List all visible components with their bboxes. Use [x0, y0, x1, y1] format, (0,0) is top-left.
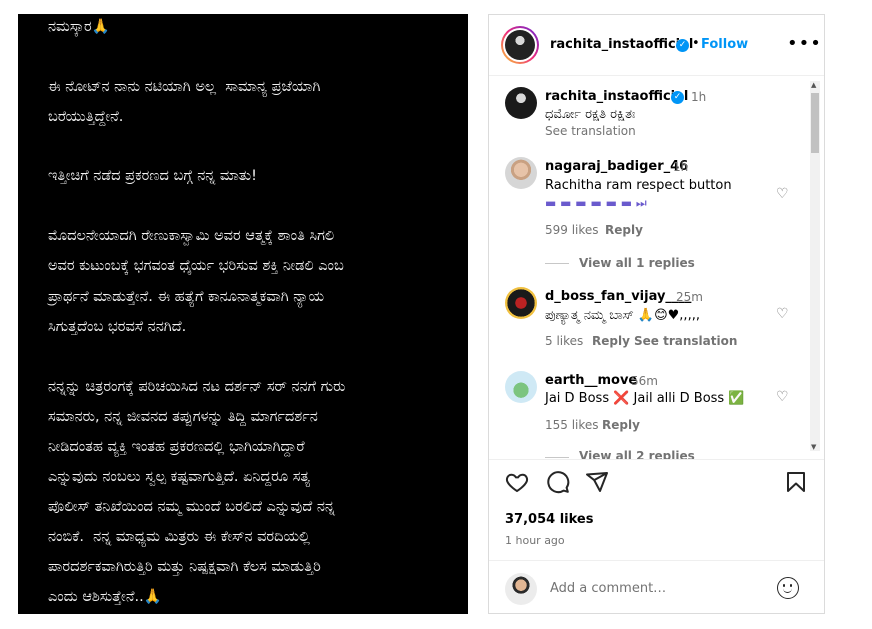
verified-badge-icon: ✓ — [671, 91, 684, 104]
author-username[interactable]: rachita_instaofficial — [550, 37, 693, 52]
header-separator: • — [692, 36, 700, 51]
comment-avatar[interactable] — [505, 157, 537, 189]
bookmark-icon[interactable] — [784, 470, 808, 494]
post-header: rachita_instaofficial ✓ • Follow ••• — [489, 15, 824, 76]
post-line: ಈ ನೋಟ್‌ನ ನಾನು ನಟಿಯಾಗಿ ಅಲ್ಲ ಸಾಮಾನ್ಯ ಪ್ರಜೆ… — [48, 79, 321, 95]
comment-username[interactable]: earth__move — [545, 373, 637, 388]
comment-likes[interactable]: 5 likes — [545, 334, 583, 348]
more-options-icon[interactable]: ••• — [787, 33, 822, 54]
caption-time[interactable]: 1h — [691, 90, 706, 104]
view-replies-link[interactable]: View all 1 replies — [579, 256, 695, 270]
replies-divider — [545, 263, 569, 264]
post-line: ಪೊಲೀಸ್ ತನಿಖೆಯಿಂದ ನಮ್ಮ ಮುಂದೆ ಬರಲಿದೆ ಎನ್ನು… — [48, 499, 335, 515]
comment-likes[interactable]: 599 likes — [545, 223, 599, 237]
comments-list: rachita_instaofficial ✓ 1h ಧರ್ಮೋ ರಕ್ಷತಿ … — [489, 77, 824, 459]
see-translation-link[interactable]: See translation — [545, 124, 636, 138]
instagram-post-window: ನಮಸ್ಕಾರ🙏 ಈ ನೋಟ್‌ನ ನಾನು ನಟಿಯಾಗಿ ಅಲ್ಲ ಸಾಮಾ… — [0, 0, 872, 629]
comment-icon[interactable] — [546, 470, 570, 494]
follow-button[interactable]: Follow — [701, 37, 748, 52]
comment-avatar[interactable] — [505, 371, 537, 403]
caption-text: ಧರ್ಮೋ ರಕ್ಷತಿ ರಕ್ಷಿತಃ — [545, 107, 636, 122]
post-line: ಪ್ರಾರ್ಥನೆ ಮಾಡುತ್ತೇನೆ. ಈ ಹತ್ಯೆಗೆ ಕಾನೂನಾತ್… — [48, 289, 325, 305]
add-comment-input[interactable]: Add a comment… — [550, 581, 666, 596]
emoji-icon[interactable] — [777, 577, 799, 599]
post-line: ಸಿಗುತ್ತದೆಂಬ ಭರವಸೆ ನನಗಿದೆ. — [48, 319, 187, 335]
comment-text: ▬ ▬ ▬ ▬ ▬ ▬ ⏭ — [545, 196, 647, 210]
post-line: ಎಂದು ಆಶಿಸುತ್ತೇನೆ..🙏 — [48, 589, 162, 605]
like-comment-icon[interactable]: ♡ — [776, 389, 789, 405]
post-line: ಸಮಾನರು, ನನ್ನ ಜೀವನದ ತಪ್ಪುಗಳನ್ನು ತಿದ್ದಿ ಮಾ… — [48, 409, 318, 425]
post-image[interactable]: ನಮಸ್ಕಾರ🙏 ಈ ನೋಟ್‌ನ ನಾನು ನಟಿಯಾಗಿ ಅಲ್ಲ ಸಾಮಾ… — [18, 14, 468, 614]
post-line: ಮೊದಲನೇಯಾದಗಿ ರೇಣುಕಾಸ್ವಾಮಿ ಅವರ ಆತ್ಮಕ್ಕೆ ಶಾ… — [48, 228, 335, 244]
comment-text: Jai D Boss ❌ Jail alli D Boss ✅ — [545, 391, 745, 406]
comment-time[interactable]: 56m — [631, 374, 658, 388]
comment-likes[interactable]: 155 likes — [545, 418, 599, 432]
verified-badge-icon: ✓ — [676, 39, 689, 52]
comments-scrollbar[interactable]: ▲ ▼ — [810, 81, 820, 451]
post-line: ಬರೆಯುತ್ತಿದ್ದೇನೆ. — [48, 109, 124, 125]
post-actions: 37,054 likes 1 hour ago Add a comment… — [489, 459, 824, 615]
heart-icon[interactable] — [505, 470, 529, 494]
viewer-avatar — [505, 573, 537, 605]
post-time[interactable]: 1 hour ago — [505, 534, 565, 547]
post-line: ಎನ್ನುವುದು ನಂಬಲು ಸ್ವಲ್ಪ ಕಷ್ಟವಾಗುತ್ತಿದೆ. ಏ… — [48, 469, 311, 485]
scroll-up-icon[interactable]: ▲ — [811, 81, 816, 89]
comment-composer: Add a comment… — [489, 560, 824, 616]
scroll-down-icon[interactable]: ▼ — [811, 443, 816, 451]
comment-time[interactable]: 1h — [673, 160, 688, 174]
reply-button[interactable]: Reply — [602, 418, 640, 432]
post-line: ಪಾರದರ್ಶಕವಾಗಿರುತ್ತಿರಿ ಮತ್ತು ನಿಷ್ಪಕ್ಷವಾಗಿ … — [48, 559, 321, 575]
author-avatar[interactable] — [501, 26, 539, 64]
comment-avatar[interactable] — [505, 287, 537, 319]
caption-avatar[interactable] — [505, 87, 537, 119]
comment-username[interactable]: d_boss_fan_vijay____ — [545, 289, 691, 304]
post-side-panel: rachita_instaofficial ✓ • Follow ••• rac… — [488, 14, 825, 614]
reply-button[interactable]: Reply — [605, 223, 643, 237]
post-line: ನೀಡಿದಂತಹ ವ್ಯಕ್ತಿ ಇಂತಹ ಪ್ರಕರಣದಲ್ಲಿ ಭಾಗಿಯಾ… — [48, 439, 305, 455]
post-line: ಇತ್ತೀಚಿಗೆ ನಡೆದ ಪ್ರಕರಣದ ಬಗ್ಗೆ ನನ್ನ ಮಾತು! — [48, 168, 257, 184]
view-replies-link[interactable]: View all 2 replies — [579, 449, 695, 459]
post-line: ನಮಸ್ಕಾರ🙏 — [48, 19, 110, 35]
reply-button[interactable]: Reply — [592, 334, 630, 348]
post-line: ನನ್ನನ್ನು ಚಿತ್ರರಂಗಕ್ಕೆ ಪರಿಚಯಿಸಿದ ನಟ ದರ್ಶನ… — [48, 379, 346, 395]
like-comment-icon[interactable]: ♡ — [776, 306, 789, 322]
comment-time[interactable]: 25m — [676, 290, 703, 304]
post-line: ನಂಬಿಕೆ. ನನ್ನ ಮಾಧ್ಯಮ ಮಿತ್ರರು ಈ ಕೇಸ್‌ನ ವರದ… — [48, 529, 310, 545]
replies-divider — [545, 457, 569, 458]
like-comment-icon[interactable]: ♡ — [776, 186, 789, 202]
likes-count[interactable]: 37,054 likes — [505, 512, 593, 527]
see-translation-link[interactable]: See translation — [634, 334, 737, 348]
comment-text: ಪುಣ್ಯಾತ್ಮ ನಮ್ಮ ಬಾಸ್ 🙏😊♥,,,,, — [545, 308, 700, 323]
scrollbar-thumb[interactable] — [811, 93, 819, 153]
share-icon[interactable] — [585, 470, 609, 494]
post-line: ಅವರ ಕುಟುಂಬಕ್ಕೆ ಭಗವಂತ ಧೈರ್ಯ ಭರಿಸುವ ಶಕ್ತಿ … — [48, 258, 344, 274]
caption-username[interactable]: rachita_instaofficial — [545, 89, 688, 104]
comment-username[interactable]: nagaraj_badiger_46 — [545, 159, 688, 174]
comment-text: Rachitha ram respect button — [545, 178, 732, 193]
